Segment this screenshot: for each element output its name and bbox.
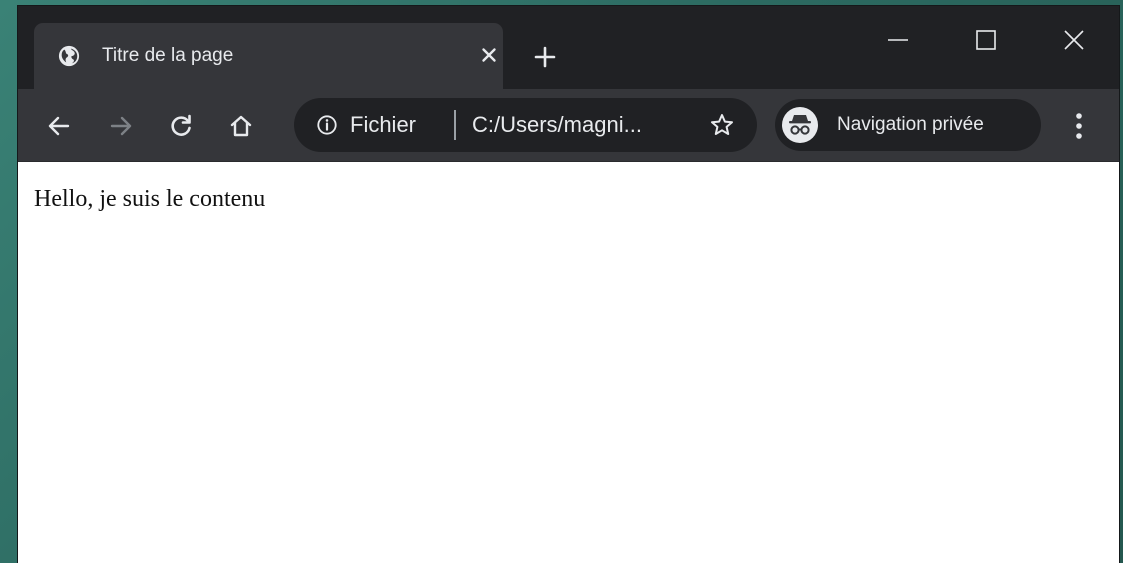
window-close-button[interactable]: [1054, 20, 1094, 60]
incognito-indicator[interactable]: Navigation privée: [775, 99, 1041, 151]
incognito-icon: [782, 107, 818, 143]
tab-strip: Titre de la page: [18, 6, 1119, 89]
minimize-button[interactable]: [878, 20, 918, 60]
close-icon[interactable]: [478, 44, 500, 66]
address-bar[interactable]: Fichier C:/Users/magni...: [294, 98, 757, 152]
more-vertical-icon[interactable]: [1064, 109, 1094, 143]
url-text[interactable]: C:/Users/magni...: [472, 111, 642, 139]
page-body-text: Hello, je suis le contenu: [34, 186, 266, 212]
info-icon[interactable]: [316, 114, 338, 136]
maximize-button[interactable]: [966, 20, 1006, 60]
tab-active[interactable]: Titre de la page: [34, 23, 503, 89]
plus-icon[interactable]: [532, 44, 558, 70]
arrow-right-icon[interactable]: [108, 113, 134, 139]
reload-icon[interactable]: [168, 113, 194, 139]
address-separator: [454, 110, 456, 140]
close-icon: [1064, 30, 1084, 50]
star-icon[interactable]: [709, 112, 735, 138]
arrow-left-icon[interactable]: [46, 113, 72, 139]
toolbar: Fichier C:/Users/magni... Navigation pri…: [18, 89, 1119, 162]
browser-window: Titre de la page Fichier C:/Users/magni.…: [18, 6, 1119, 563]
home-icon[interactable]: [228, 113, 254, 139]
site-info-label[interactable]: Fichier: [350, 111, 416, 139]
maximize-icon: [976, 30, 996, 50]
desktop-background: Titre de la page Fichier C:/Users/magni.…: [0, 0, 1123, 563]
minimize-icon: [888, 39, 908, 41]
globe-icon: [58, 45, 80, 67]
page-content: Hello, je suis le contenu: [18, 162, 1119, 563]
incognito-label: Navigation privée: [837, 114, 984, 135]
tab-title: Titre de la page: [102, 45, 234, 66]
